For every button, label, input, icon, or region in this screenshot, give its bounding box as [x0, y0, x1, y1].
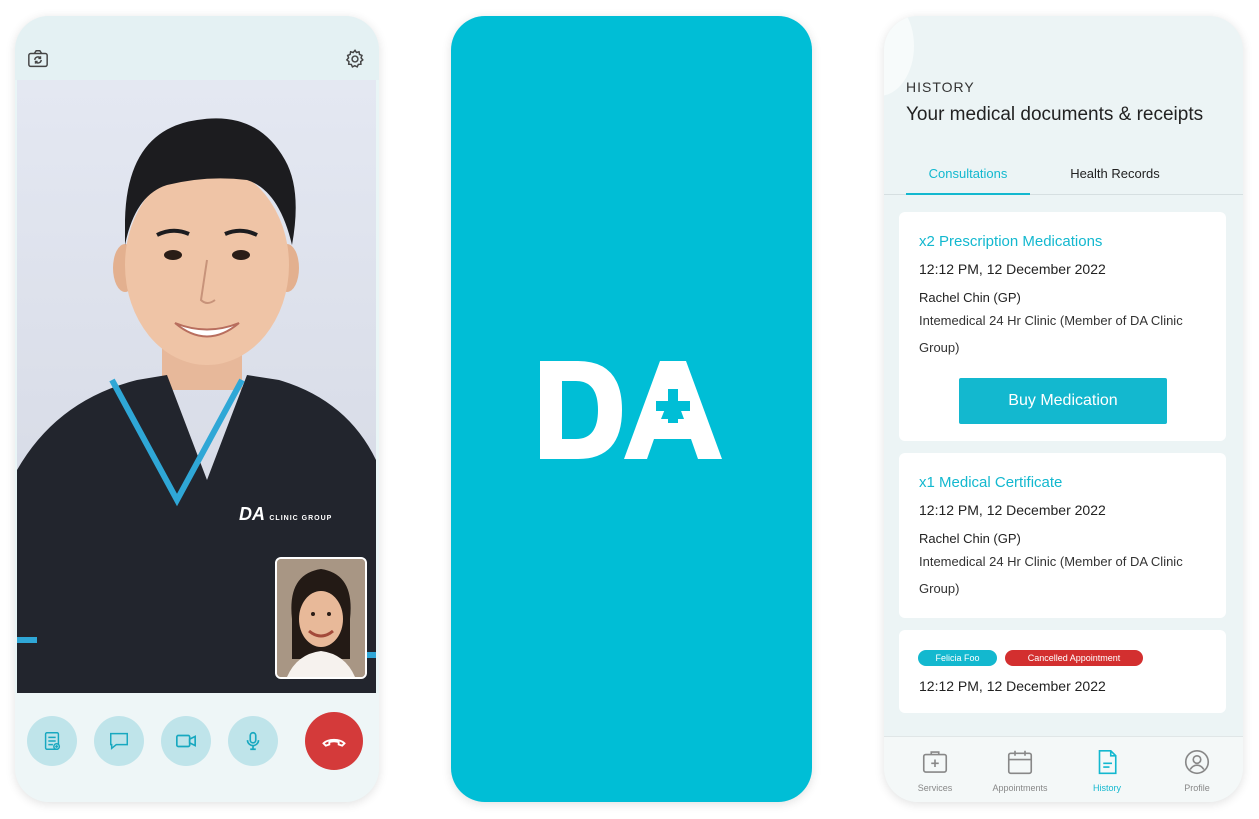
scrubs-logo-subtext: CLINIC GROUP: [269, 515, 333, 522]
scrubs-logo-text: DA: [239, 504, 265, 524]
nav-label: Profile: [1184, 783, 1210, 793]
card-time: 12:12 PM, 12 December 2022: [919, 678, 1106, 694]
card-title[interactable]: x2 Prescription Medications: [919, 233, 1102, 250]
page-title: Your medical documents & receipts: [906, 104, 1204, 125]
calendar-icon: [1007, 750, 1033, 775]
gear-icon[interactable]: [344, 48, 368, 72]
history-card-appointment[interactable]: Felicia Foo Cancelled Appointment 12:12 …: [899, 630, 1226, 713]
nav-history[interactable]: History: [1067, 747, 1147, 793]
card-doctor: Rachel Chin (GP): [919, 531, 1021, 546]
buy-medication-button[interactable]: Buy Medication: [959, 378, 1167, 424]
microphone-icon[interactable]: [228, 716, 278, 766]
active-tab-indicator: [906, 193, 1030, 195]
nav-label: Appointments: [992, 783, 1048, 793]
history-card-certificate[interactable]: x1 Medical Certificate 12:12 PM, 12 Dece…: [899, 453, 1226, 618]
card-clinic: Intemedical 24 Hr Clinic (Member of DA C…: [919, 313, 1183, 355]
nav-label: History: [1092, 783, 1121, 793]
tab-consultations[interactable]: Consultations: [906, 166, 1030, 181]
da-logo: [538, 359, 724, 466]
bottom-navigation: Services Appointments History Profile: [884, 736, 1243, 802]
nav-services[interactable]: Services: [895, 747, 975, 793]
end-call-button[interactable]: [305, 712, 363, 770]
document-icon[interactable]: [27, 716, 77, 766]
nav-appointments[interactable]: Appointments: [980, 747, 1060, 793]
camera-flip-icon[interactable]: [27, 48, 51, 72]
status-badge: Cancelled Appointment: [1005, 650, 1143, 666]
card-time: 12:12 PM, 12 December 2022: [919, 502, 1106, 518]
end-call-icon: [322, 738, 346, 747]
document-icon: [1098, 749, 1117, 775]
medical-kit-icon: [922, 751, 948, 773]
tab-health-records[interactable]: Health Records: [1050, 166, 1180, 181]
video-call-screen: DA CLINIC GROUP: [15, 16, 379, 802]
scrubs-logo: DA CLINIC GROUP: [239, 504, 332, 525]
section-label: HISTORY: [906, 79, 975, 95]
chat-icon[interactable]: [94, 716, 144, 766]
nav-profile[interactable]: Profile: [1157, 747, 1237, 793]
card-clinic: Intemedical 24 Hr Clinic (Member of DA C…: [919, 554, 1183, 596]
video-camera-icon[interactable]: [161, 716, 211, 766]
history-screen: HISTORY Your medical documents & receipt…: [884, 16, 1243, 802]
patient-tag: Felicia Foo: [918, 650, 997, 666]
video-call-topbar: [15, 16, 379, 80]
history-card-prescription[interactable]: x2 Prescription Medications 12:12 PM, 12…: [899, 212, 1226, 441]
splash-screen: [451, 16, 812, 802]
self-video-preview[interactable]: [275, 557, 367, 679]
card-title[interactable]: x1 Medical Certificate: [919, 474, 1062, 491]
card-time: 12:12 PM, 12 December 2022: [919, 261, 1106, 277]
user-icon: [1184, 749, 1210, 775]
card-doctor: Rachel Chin (GP): [919, 290, 1021, 305]
nav-label: Services: [917, 783, 953, 793]
